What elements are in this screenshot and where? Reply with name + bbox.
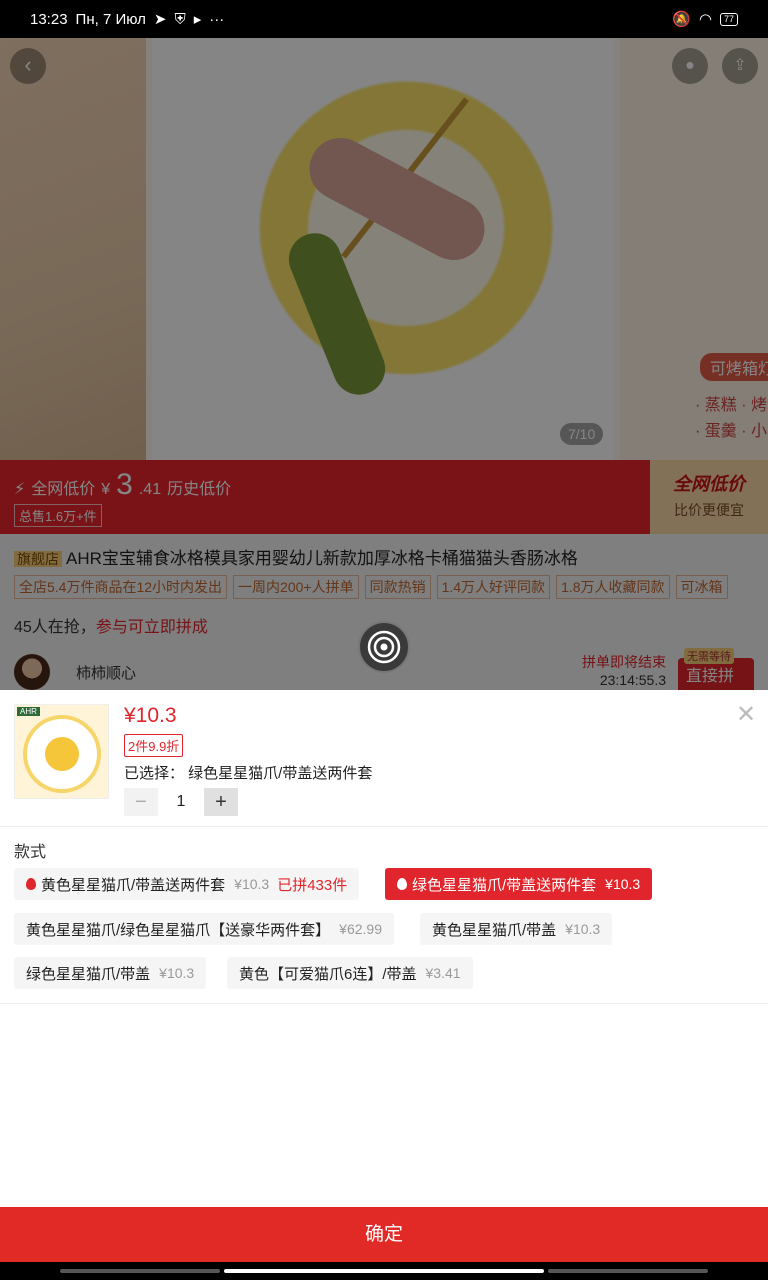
sku-option-price: ¥10.3 [234,876,270,892]
close-icon[interactable]: ✕ [736,700,756,729]
status-more: ··· [209,10,225,28]
nav-gesture-right[interactable] [548,1269,708,1273]
sku-option-price: ¥62.99 [339,921,382,937]
assistive-touch-button[interactable] [358,621,410,673]
shield-icon: ⛨ [174,10,186,28]
sku-option-label: 黄色星星猫爪/带盖 [432,921,557,939]
selected-summary: 已选择： 绿色星星猫爪/带盖送两件套 [124,765,373,782]
sku-option-label: 绿色星星猫爪/带盖送两件套 [412,876,597,894]
sku-option[interactable]: 绿色星星猫爪/带盖 ¥10.3 [14,957,207,989]
thumbnail-brand: AHR [17,707,40,716]
sku-option-price: ¥10.3 [159,965,195,981]
system-nav-bar [0,1262,768,1280]
quantity-value[interactable]: 1 [158,793,204,811]
target-icon [367,630,401,664]
sku-option[interactable]: 黄色星星猫爪/带盖 ¥10.3 [420,913,613,945]
sku-option-label: 黄色星星猫爪/绿色星星猫爪【送豪华两件套】 [26,921,331,939]
nav-gesture-left[interactable] [60,1269,220,1273]
confirm-button[interactable]: 确定 [0,1207,768,1262]
increase-button[interactable]: + [204,788,238,816]
sku-option[interactable]: 黄色【可爱猫爪6连】/带盖 ¥3.41 [227,957,473,989]
mute-icon: 🔕 [672,11,691,28]
sku-option[interactable]: 黄色星星猫爪/绿色星星猫爪【送豪华两件套】 ¥62.99 [14,913,394,945]
modal-backdrop[interactable] [0,38,768,690]
play-icon: ▸ [193,11,202,28]
sku-bottom-sheet: AHR ¥10.3 2件9.9折 已选择： 绿色星星猫爪/带盖送两件套 − 1 … [0,690,768,1280]
nav-gesture-handle[interactable] [224,1269,544,1273]
sku-option-price: ¥10.3 [605,876,641,892]
flame-icon [26,878,36,890]
status-time: 13:23 [30,10,68,28]
divider [0,826,768,827]
sku-option-label: 黄色星星猫爪/带盖送两件套 [41,876,226,894]
sku-option-label: 绿色星星猫爪/带盖 [26,965,151,983]
section-style-label: 款式 [14,844,47,861]
sku-option[interactable]: 黄色星星猫爪/带盖送两件套 ¥10.3 已拼433件 [14,868,360,900]
battery-icon: 77 [719,12,738,26]
sku-option-price: ¥10.3 [565,921,601,937]
discount-badge: 2件9.9折 [124,734,184,757]
sku-option-price: ¥3.41 [425,965,461,981]
wifi-icon: ◠ [698,11,712,28]
plate-illustration [23,715,101,793]
status-bar: 13:23 Пн, 7 Июл ➤ ⛨ ▸ ··· 🔕 ◠ 77 [0,0,768,38]
sku-option-label: 黄色【可爱猫爪6连】/带盖 [239,965,417,983]
sku-option-selected[interactable]: 绿色星星猫爪/带盖送两件套 ¥10.3 [385,868,653,900]
product-thumbnail: AHR [14,704,109,799]
flame-icon [397,878,407,890]
status-date: Пн, 7 Июл [75,10,146,28]
sheet-price: ¥10.3 [124,704,177,727]
divider [0,1003,768,1004]
quantity-stepper: − 1 + [124,788,238,816]
telegram-icon: ➤ [153,11,167,28]
sku-option-sold: 已拼433件 [277,876,348,894]
decrease-button[interactable]: − [124,788,158,816]
